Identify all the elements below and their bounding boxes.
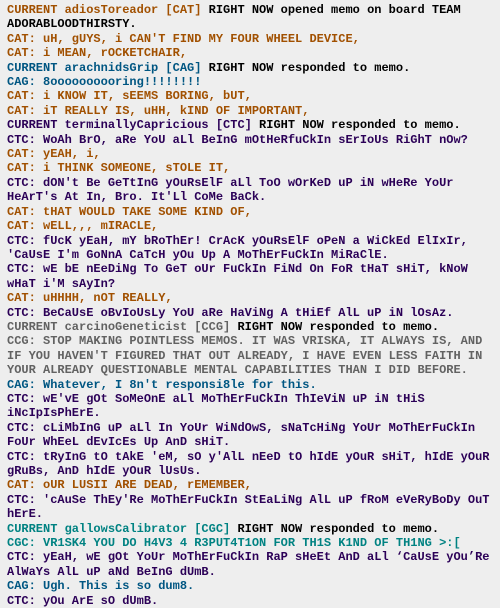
chat-line: CCG: STOP MAKING POINTLESS MEMOS. IT WAS…	[7, 334, 496, 377]
event-user: CURRENT terminallyCapricious [CTC]	[7, 118, 252, 133]
event-user: CURRENT arachnidsGrip [CAG]	[7, 60, 202, 75]
chat-line: CAT: yEAH, i,	[7, 147, 496, 161]
message-text: CCG: STOP MAKING POINTLESS MEMOS. IT WAS…	[7, 334, 490, 378]
message-text: CAG: Whatever, I 8n't responsi8le for th…	[7, 377, 317, 392]
memo-event-line: CURRENT terminallyCapricious [CTC] RIGHT…	[7, 118, 496, 132]
chat-line: CTC: dON't Be GeTtInG yOuRsElF aLl ToO w…	[7, 176, 496, 205]
message-text: CTC: dON't Be GeTtInG yOuRsElF aLl ToO w…	[7, 175, 461, 205]
chat-line: CAT: i THINK SOMEONE, sTOLE IT,	[7, 161, 496, 175]
message-text: CTC: cLiMbInG uP aLl In YoUr WiNdOwS, sN…	[7, 420, 483, 450]
chat-line: CAT: wELL,,, mIRACLE,	[7, 219, 496, 233]
event-text: RIGHT NOW responded to memo.	[251, 118, 461, 133]
message-text: CAT: oUR LUSII ARE DEAD, rEMEMBER,	[7, 478, 252, 493]
chat-line: CTC: wE'vE gOt SoMeOnE aLl MoThErFuCkIn …	[7, 392, 496, 421]
message-text: CTC: yEaH, wE gOt YoUr MoThErFuCkIn RaP …	[7, 550, 497, 579]
message-text: CTC: yOu ArE sO dUmB.	[7, 593, 159, 608]
message-text: CAT: wELL,,, mIRACLE,	[7, 219, 159, 234]
message-text: CAT: yEAH, i,	[7, 147, 101, 162]
message-text: CTC: fUcK yEaH, mY bRoThEr! CrAcK yOuRsE…	[7, 233, 476, 262]
message-text: CTC: tRyInG tO tAkE 'eM, sO y'AlL nEeD t…	[7, 449, 497, 478]
chat-line: CGC: VR1SK4 YOU DO H4V3 4 R3PUT4T1ON FOR…	[7, 536, 496, 550]
chat-line: CAT: i MEAN, rOCKETCHAIR,	[7, 46, 496, 60]
message-text: CAT: iT REALLY IS, uHH, kIND OF IMPORTAN…	[7, 103, 310, 118]
message-text: CAT: uHHHH, nOT REALLY,	[7, 291, 173, 306]
memo-event-line: CURRENT carcinoGeneticist [CCG] RIGHT NO…	[7, 320, 496, 334]
chat-line: CAG: Whatever, I 8n't responsi8le for th…	[7, 378, 496, 392]
message-text: CTC: WoAh BrO, aRe YoU aLl BeInG mOtHeRf…	[7, 132, 468, 147]
chat-line: CAT: iT REALLY IS, uHH, kIND OF IMPORTAN…	[7, 104, 496, 118]
chat-line: CTC: WoAh BrO, aRe YoU aLl BeInG mOtHeRf…	[7, 133, 496, 147]
chat-line: CAG: Ugh. This is so dum8.	[7, 579, 496, 593]
event-user: CURRENT adiosToreador [CAT]	[7, 3, 202, 17]
chat-line: CTC: yEaH, wE gOt YoUr MoThErFuCkIn RaP …	[7, 550, 496, 579]
message-text: CAT: uH, gUYS, i CAN'T FIND MY FOUR WHEE…	[7, 31, 360, 46]
chat-line: CTC: tRyInG tO tAkE 'eM, sO y'AlL nEeD t…	[7, 450, 496, 479]
message-text: CGC: VR1SK4 YOU DO H4V3 4 R3PUT4T1ON FOR…	[7, 536, 461, 551]
chat-line: CTC: BeCaUsE oBvIoUsLy YoU aRe HaViNg A …	[7, 306, 496, 320]
chat-line: CTC: yOu ArE sO dUmB.	[7, 594, 496, 608]
message-text: CAG: Ugh. This is so dum8.	[7, 579, 195, 594]
memo-event-line: CURRENT gallowsCalibrator [CGC] RIGHT NO…	[7, 522, 496, 536]
message-text: CAT: tHAT WOULD TAKE SOME KIND OF,	[7, 204, 252, 219]
message-text: CAT: i MEAN, rOCKETCHAIR,	[7, 46, 188, 61]
chat-line: CAT: i KNOW IT, sEEMS BORING, bUT,	[7, 89, 496, 103]
chat-line: CAT: uHHHH, nOT REALLY,	[7, 291, 496, 305]
event-text: RIGHT NOW responded to memo.	[230, 319, 440, 334]
message-text: CTC: BeCaUsE oBvIoUsLy YoU aRe HaViNg A …	[7, 305, 454, 320]
message-text: CAT: i THINK SOMEONE, sTOLE IT,	[7, 161, 231, 176]
chat-line: CTC: cLiMbInG uP aLl In YoUr WiNdOwS, sN…	[7, 421, 496, 450]
chat-line: CAT: oUR LUSII ARE DEAD, rEMEMBER,	[7, 478, 496, 492]
message-text: CTC: 'cAuSe ThEy'Re MoThErFuCkIn StEaLiN…	[7, 492, 497, 522]
chat-line: CAG: 8oooooooooring!!!!!!!!	[7, 75, 496, 89]
event-user: CURRENT carcinoGeneticist [CCG]	[7, 319, 231, 334]
chat-line: CTC: 'cAuSe ThEy'Re MoThErFuCkIn StEaLiN…	[7, 493, 496, 522]
message-text: CAG: 8oooooooooring!!!!!!!!	[7, 75, 202, 90]
chat-line: CTC: wE bE nEeDiNg To GeT oUr FuCkIn FiN…	[7, 262, 496, 291]
event-text: RIGHT NOW responded to memo.	[201, 60, 411, 75]
memo-event-line: CURRENT adiosToreador [CAT] RIGHT NOW op…	[7, 3, 496, 32]
chat-line: CTC: fUcK yEaH, mY bRoThEr! CrAcK yOuRsE…	[7, 234, 496, 263]
message-text: CTC: wE bE nEeDiNg To GeT oUr FuCkIn FiN…	[7, 262, 476, 291]
memo-event-line: CURRENT arachnidsGrip [CAG] RIGHT NOW re…	[7, 61, 496, 75]
message-text: CTC: wE'vE gOt SoMeOnE aLl MoThErFuCkIn …	[7, 391, 432, 421]
memo-log: CURRENT adiosToreador [CAT] RIGHT NOW op…	[0, 0, 500, 608]
message-text: CAT: i KNOW IT, sEEMS BORING, bUT,	[7, 89, 252, 104]
chat-line: CAT: uH, gUYS, i CAN'T FIND MY FOUR WHEE…	[7, 32, 496, 46]
chat-line: CAT: tHAT WOULD TAKE SOME KIND OF,	[7, 205, 496, 219]
event-text: RIGHT NOW responded to memo.	[230, 521, 440, 536]
event-user: CURRENT gallowsCalibrator [CGC]	[7, 521, 231, 536]
